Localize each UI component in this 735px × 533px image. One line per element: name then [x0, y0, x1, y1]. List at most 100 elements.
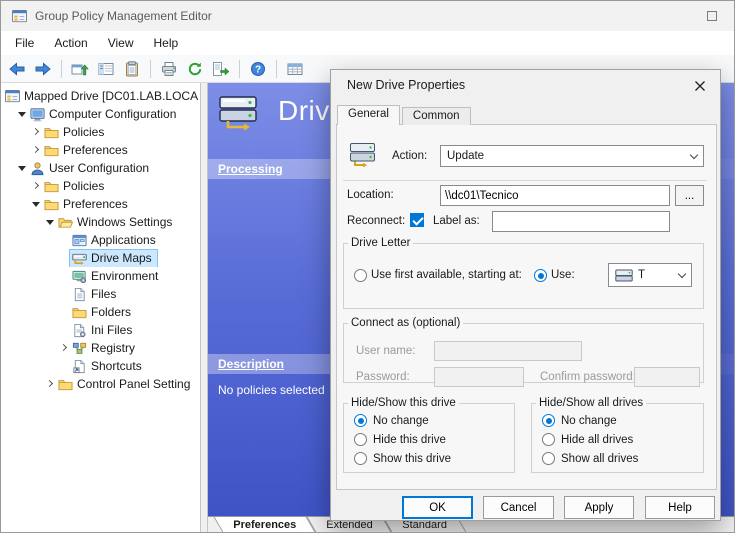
console-icon — [5, 89, 20, 104]
pane-splitter[interactable] — [201, 83, 208, 533]
radio-button[interactable] — [542, 452, 555, 465]
table-button[interactable] — [283, 57, 307, 81]
use-radio[interactable] — [534, 269, 547, 282]
chevron-right-icon[interactable] — [59, 343, 70, 354]
tree-item-body[interactable]: Shortcuts — [70, 358, 147, 375]
tree-item-user-configuration[interactable]: User Configuration — [1, 159, 200, 177]
tree-item-body[interactable]: Environment — [70, 268, 163, 285]
dialog-tab-general[interactable]: General — [337, 105, 400, 125]
radio-button[interactable] — [354, 452, 367, 465]
tree-item-drive-maps[interactable]: Drive Maps — [1, 249, 200, 267]
tree-item-body[interactable]: Drive Maps — [70, 250, 157, 267]
radio-option-no-change[interactable]: No change — [344, 411, 514, 430]
tree-pane-button[interactable] — [94, 57, 118, 81]
toolbar-separator — [239, 60, 240, 78]
chevron-down-icon[interactable] — [17, 109, 28, 120]
tree-item-mapped-drive-dc01-lab-loca[interactable]: Mapped Drive [DC01.LAB.LOCA — [1, 87, 200, 105]
tree-item-label: User Configuration — [49, 161, 152, 175]
label-as-input[interactable] — [492, 211, 670, 232]
menu-action[interactable]: Action — [44, 33, 97, 53]
tree-item-body[interactable]: Files — [70, 286, 121, 303]
tab-preferences[interactable]: Preferences — [214, 517, 316, 532]
action-select[interactable]: Update — [440, 145, 704, 167]
drive-letter-select[interactable]: T — [608, 263, 692, 287]
cancel-button[interactable]: Cancel — [483, 496, 554, 519]
tree-item-body[interactable]: Windows Settings — [56, 214, 177, 231]
help-button[interactable]: ? — [246, 57, 270, 81]
drive-maps-icon — [218, 91, 264, 131]
radio-button[interactable] — [542, 414, 555, 427]
radio-option-no-change[interactable]: No change — [532, 411, 703, 430]
chevron-down-icon[interactable] — [31, 199, 42, 210]
hide-show-this-options: No changeHide this driveShow this drive — [344, 409, 514, 468]
chevron-spacer — [59, 307, 70, 318]
processing-header[interactable]: Processing — [218, 162, 283, 176]
refresh-button[interactable] — [183, 57, 207, 81]
tree-item-policies[interactable]: Policies — [1, 123, 200, 141]
chevron-right-icon[interactable] — [31, 145, 42, 156]
tree-item-body[interactable]: Policies — [42, 178, 109, 195]
tree-item-body[interactable]: Control Panel Setting — [56, 376, 195, 393]
radio-button[interactable] — [542, 433, 555, 446]
tree-item-body[interactable]: Ini Files — [70, 322, 137, 339]
tree-item-ini-files[interactable]: Ini Files — [1, 321, 200, 339]
tree-item-label: Drive Maps — [91, 251, 155, 265]
tree-item-folders[interactable]: Folders — [1, 303, 200, 321]
radio-option-hide-all-drives[interactable]: Hide all drives — [532, 430, 703, 449]
apply-button[interactable]: Apply — [564, 496, 634, 519]
tree-item-label: Preferences — [63, 143, 131, 157]
back-button[interactable] — [5, 57, 29, 81]
tree-item-policies[interactable]: Policies — [1, 177, 200, 195]
maximize-button[interactable] — [690, 1, 734, 31]
printer-button[interactable] — [157, 57, 181, 81]
chevron-down-icon[interactable] — [45, 217, 56, 228]
dialog-close-button[interactable] — [690, 77, 710, 95]
tree-item-body[interactable]: Folders — [70, 304, 136, 321]
tree-item-environment[interactable]: Environment — [1, 267, 200, 285]
tree-item-body[interactable]: Mapped Drive [DC01.LAB.LOCA — [3, 88, 200, 105]
description-header[interactable]: Description — [218, 357, 284, 371]
tree-item-registry[interactable]: Registry — [1, 339, 200, 357]
radio-button[interactable] — [354, 433, 367, 446]
radio-button[interactable] — [354, 414, 367, 427]
label-as-label: Label as: — [433, 215, 480, 227]
tree-item-body[interactable]: Computer Configuration — [28, 106, 181, 123]
chevron-right-icon[interactable] — [31, 181, 42, 192]
general-tab-page: Action: Update Location: ... Reconnect: … — [336, 124, 717, 490]
export-button[interactable] — [209, 57, 233, 81]
browse-button[interactable]: ... — [675, 185, 704, 206]
tree-item-body[interactable]: Applications — [70, 232, 161, 249]
menu-file[interactable]: File — [5, 33, 44, 53]
tree-item-body[interactable]: Registry — [70, 340, 140, 357]
menu-help[interactable]: Help — [144, 33, 189, 53]
tree-item-preferences[interactable]: Preferences — [1, 141, 200, 159]
use-first-available-radio[interactable] — [354, 269, 367, 282]
tree-item-applications[interactable]: Applications — [1, 231, 200, 249]
tree-item-control-panel-setting[interactable]: Control Panel Setting — [1, 375, 200, 393]
radio-option-show-all-drives[interactable]: Show all drives — [532, 449, 703, 468]
menu-view[interactable]: View — [98, 33, 144, 53]
window-up-button[interactable] — [68, 57, 92, 81]
tree-item-body[interactable]: Policies — [42, 124, 109, 141]
radio-option-hide-this-drive[interactable]: Hide this drive — [344, 430, 514, 449]
tree-item-body[interactable]: Preferences — [42, 142, 133, 159]
reconnect-checkbox[interactable] — [410, 213, 424, 227]
tree-item-files[interactable]: Files — [1, 285, 200, 303]
dialog-tab-common[interactable]: Common — [402, 107, 471, 125]
radio-option-show-this-drive[interactable]: Show this drive — [344, 449, 514, 468]
clipboard-button[interactable] — [120, 57, 144, 81]
chevron-right-icon[interactable] — [31, 127, 42, 138]
location-input[interactable] — [440, 185, 670, 206]
ok-button[interactable]: OK — [402, 496, 473, 519]
tree-item-preferences[interactable]: Preferences — [1, 195, 200, 213]
tree-item-body[interactable]: Preferences — [42, 196, 133, 213]
empty-text: No policies selected — [218, 383, 325, 397]
help-button[interactable]: Help — [645, 496, 715, 519]
chevron-down-icon[interactable] — [17, 163, 28, 174]
tree-item-shortcuts[interactable]: Shortcuts — [1, 357, 200, 375]
chevron-right-icon[interactable] — [45, 379, 56, 390]
tree-item-body[interactable]: User Configuration — [28, 160, 154, 177]
tree-item-windows-settings[interactable]: Windows Settings — [1, 213, 200, 231]
forward-button[interactable] — [31, 57, 55, 81]
tree-item-computer-configuration[interactable]: Computer Configuration — [1, 105, 200, 123]
